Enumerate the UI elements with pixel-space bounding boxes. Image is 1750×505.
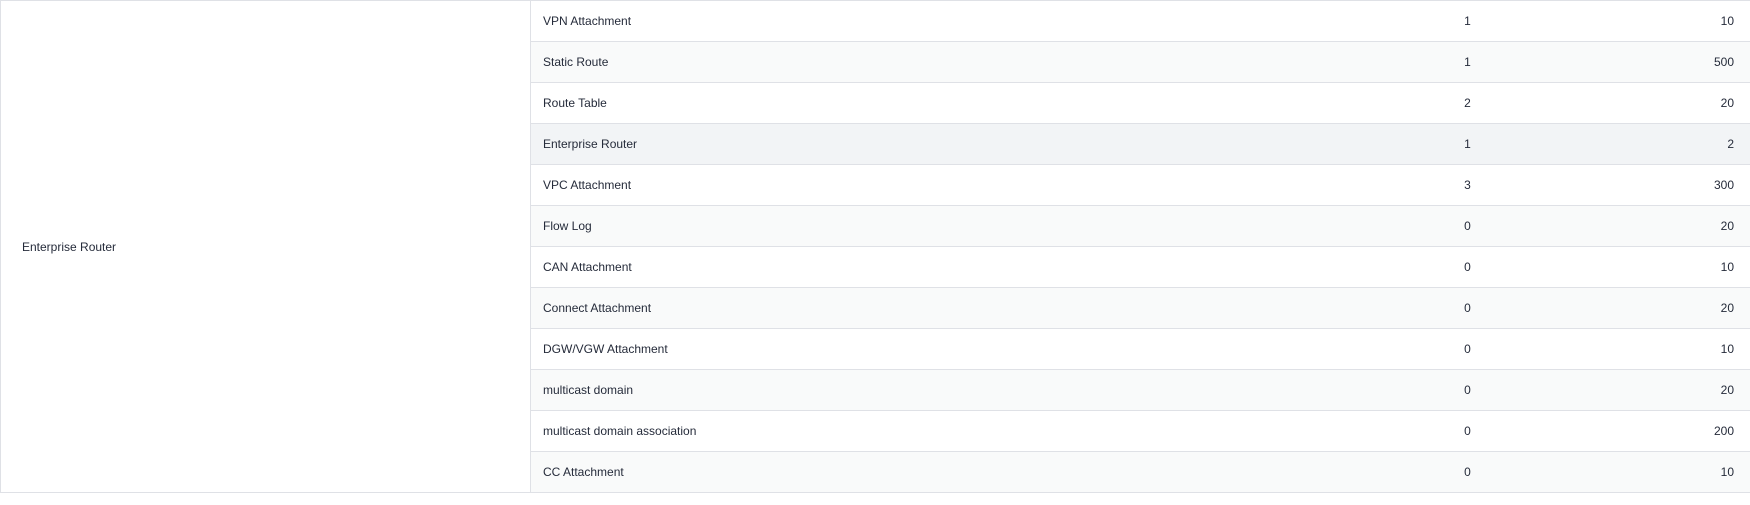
quota-used-cell: 2: [1280, 82, 1597, 124]
quota-total-value: 10: [1596, 451, 1750, 493]
quota-used-value: 0: [1464, 424, 1471, 438]
quota-used-value: 0: [1464, 301, 1471, 315]
quota-used-value: 0: [1464, 219, 1471, 233]
quota-item-name: VPN Attachment: [530, 0, 1281, 42]
quota-used-cell: 0: [1280, 410, 1597, 452]
quota-total-value: 10: [1596, 246, 1750, 288]
quota-total-value: 20: [1596, 287, 1750, 329]
quota-used-cell: 1: [1280, 41, 1597, 83]
quota-item-name: CC Attachment: [530, 451, 1281, 493]
quota-total-value: 20: [1596, 369, 1750, 411]
quota-used-value: 1: [1464, 55, 1471, 69]
quota-total-value: 10: [1596, 328, 1750, 370]
quota-used-value: 0: [1464, 383, 1471, 397]
quota-total-value: 20: [1596, 82, 1750, 124]
quota-used-value: 3: [1464, 178, 1471, 192]
quota-item-name: Connect Attachment: [530, 287, 1281, 329]
quota-item-name: CAN Attachment: [530, 246, 1281, 288]
service-group-cell: Enterprise Router: [0, 0, 531, 493]
quota-item-name: Flow Log: [530, 205, 1281, 247]
quota-used-value: 0: [1464, 465, 1471, 479]
quota-used-value: 1: [1464, 137, 1471, 151]
quota-total-value: 10: [1596, 0, 1750, 42]
quota-used-value: 0: [1464, 342, 1471, 356]
quota-item-name: multicast domain: [530, 369, 1281, 411]
table-row: Enterprise Router VPN Attachment 1 10: [0, 0, 1750, 493]
quota-used-value: 1: [1464, 14, 1471, 28]
quota-used-cell: 0: [1280, 451, 1597, 493]
quota-item-name: multicast domain association: [530, 410, 1281, 452]
quota-used-cell: 1: [1280, 123, 1597, 165]
quota-item-name: Enterprise Router: [530, 123, 1281, 165]
service-group-label: Enterprise Router: [22, 239, 117, 254]
quota-item-name: Route Table: [530, 82, 1281, 124]
quota-item-name: DGW/VGW Attachment: [530, 328, 1281, 370]
quota-total-value: 2: [1596, 123, 1750, 165]
quota-item-name: VPC Attachment: [530, 164, 1281, 206]
quota-table-body: Enterprise Router VPN Attachment 1 10 St…: [0, 0, 1750, 493]
quota-total-value: 500: [1596, 41, 1750, 83]
quota-table: Enterprise Router VPN Attachment 1 10 St…: [0, 0, 1750, 493]
quota-item-name: Static Route: [530, 41, 1281, 83]
quota-used-cell: 1: [1280, 0, 1597, 42]
quota-total-value: 200: [1596, 410, 1750, 452]
quota-used-cell: 0: [1280, 205, 1597, 247]
quota-used-value: 2: [1464, 96, 1471, 110]
quota-used-cell: 0: [1280, 246, 1597, 288]
quota-used-cell: 0: [1280, 287, 1597, 329]
quota-used-cell: 3: [1280, 164, 1597, 206]
quota-total-value: 20: [1596, 205, 1750, 247]
quota-used-value: 0: [1464, 260, 1471, 274]
quota-used-cell: 0: [1280, 328, 1597, 370]
quota-used-cell: 0: [1280, 369, 1597, 411]
quota-total-value: 300: [1596, 164, 1750, 206]
